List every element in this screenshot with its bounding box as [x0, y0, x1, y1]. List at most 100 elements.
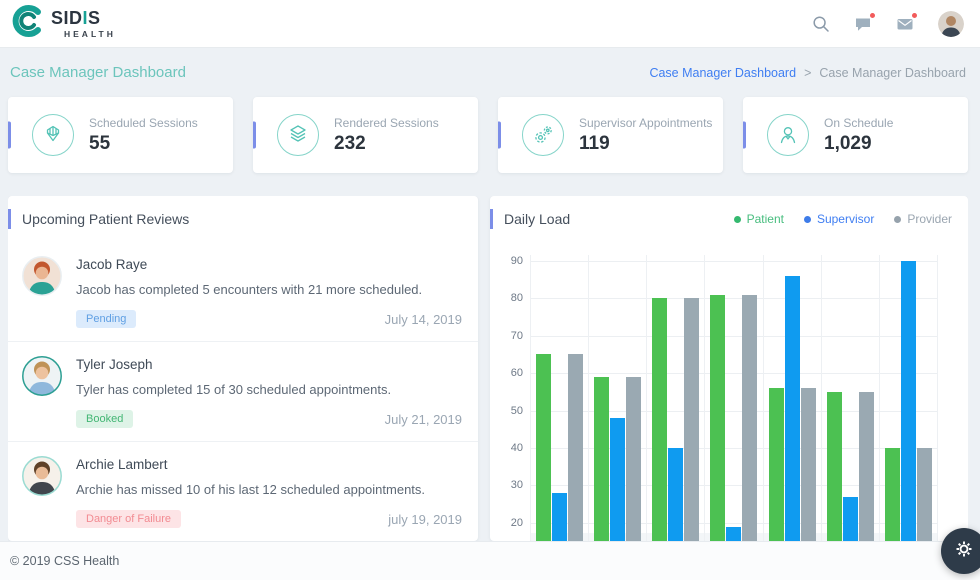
- bar-group: [705, 255, 763, 541]
- breadcrumb-current: Case Manager Dashboard: [819, 66, 966, 80]
- status-badge: Pending: [76, 310, 136, 328]
- chart-bar-provider: [917, 448, 932, 541]
- settings-fab[interactable]: [941, 528, 980, 574]
- chart-bar-supervisor: [901, 261, 916, 541]
- stat-label: Rendered Sessions: [334, 116, 439, 130]
- daily-load-panel: Daily Load Patient Supervisor Provider 20 3…: [490, 196, 968, 541]
- chart-bar-provider: [859, 392, 874, 541]
- stat-value: 55: [89, 133, 198, 155]
- stat-value: 1,029: [824, 133, 893, 155]
- status-badge: Danger of Failure: [76, 510, 181, 528]
- logo-icon: [10, 3, 46, 44]
- search-icon[interactable]: [812, 15, 830, 33]
- review-date: July 14, 2019: [385, 312, 462, 327]
- chart-bar-supervisor: [552, 493, 567, 541]
- daily-load-chart: 2030405060708090: [490, 242, 968, 541]
- chart-bar-patient: [536, 354, 551, 541]
- copyright-text: © 2019 CSS Health: [10, 554, 119, 568]
- app-logo: SIDIS HEALTH: [10, 3, 116, 44]
- chart-bar-patient: [827, 392, 842, 541]
- chart-bar-supervisor: [610, 418, 625, 541]
- patient-avatar: [22, 356, 62, 396]
- app-header: SIDIS HEALTH: [0, 0, 980, 48]
- review-list: Jacob Raye Jacob has completed 5 encounte…: [8, 242, 478, 541]
- messages-icon[interactable]: [854, 15, 872, 33]
- bar-group: [880, 255, 938, 541]
- chart-legend: Patient Supervisor Provider: [734, 212, 952, 226]
- chart-bar-patient: [885, 448, 900, 541]
- brand-subtitle: HEALTH: [64, 29, 116, 39]
- review-item[interactable]: Tyler Joseph Tyler has completed 15 of 30…: [8, 342, 478, 442]
- chart-bar-supervisor: [843, 497, 858, 541]
- upcoming-reviews-panel: Upcoming Patient Reviews Jacob RayeJacob…: [8, 196, 478, 541]
- chart-bar-supervisor: [668, 448, 683, 541]
- messages-notification-dot: [869, 12, 876, 19]
- bar-group: [647, 255, 705, 541]
- breadcrumb-row: Case Manager Dashboard Case Manager Dash…: [0, 48, 980, 97]
- y-axis-label: 60: [511, 367, 523, 379]
- stat-card: Rendered Sessions 232: [253, 97, 478, 173]
- review-description: Jacob has completed 5 encounters with 21…: [76, 282, 462, 297]
- daily-load-title: Daily Load: [504, 211, 570, 227]
- stat-label: Scheduled Sessions: [89, 116, 198, 130]
- user-avatar[interactable]: [938, 11, 964, 37]
- gears-icon: [522, 114, 564, 156]
- chart-bar-provider: [626, 377, 641, 541]
- legend-item-patient[interactable]: Patient: [734, 212, 784, 226]
- y-axis-label: 70: [511, 330, 523, 342]
- chart-bar-provider: [801, 388, 816, 541]
- legend-item-supervisor[interactable]: Supervisor: [804, 212, 874, 226]
- chart-bar-patient: [652, 298, 667, 541]
- y-axis-label: 50: [511, 405, 523, 417]
- mail-notification-dot: [911, 12, 918, 19]
- bar-groups: [531, 255, 938, 541]
- legend-dot: [804, 216, 811, 223]
- review-description: Archie has missed 10 of his last 12 sche…: [76, 482, 462, 497]
- stat-label: On Schedule: [824, 116, 893, 130]
- stat-accent-bar: [743, 122, 746, 149]
- chart-bar-provider: [568, 354, 583, 541]
- stat-value: 232: [334, 133, 439, 155]
- patient-name: Jacob Raye: [76, 257, 462, 272]
- layers-icon: [277, 114, 319, 156]
- mail-icon[interactable]: [896, 15, 914, 33]
- panel-accent-bar: [490, 209, 493, 229]
- y-axis-label: 90: [511, 255, 523, 267]
- breadcrumb-link[interactable]: Case Manager Dashboard: [649, 66, 796, 80]
- header-actions: [812, 11, 964, 37]
- patient-avatar: [22, 456, 62, 496]
- patient-avatar: [22, 256, 62, 296]
- legend-label: Supervisor: [817, 212, 874, 226]
- review-item[interactable]: Archie LambertArchie has missed 10 of hi…: [8, 442, 478, 541]
- bar-group: [531, 255, 589, 541]
- legend-label: Patient: [747, 212, 784, 226]
- y-axis-label: 80: [511, 292, 523, 304]
- y-axis-label: 20: [511, 517, 523, 529]
- page-title: Case Manager Dashboard: [10, 64, 186, 81]
- chart-bar-patient: [594, 377, 609, 541]
- review-date: July 21, 2019: [385, 412, 462, 427]
- y-axis-labels: 2030405060708090: [504, 255, 530, 541]
- bar-group: [764, 255, 822, 541]
- legend-label: Provider: [907, 212, 952, 226]
- stat-accent-bar: [498, 122, 501, 149]
- stat-accent-bar: [253, 122, 256, 149]
- stat-card: On Schedule 1,029: [743, 97, 968, 173]
- hands-icon: [32, 114, 74, 156]
- review-item[interactable]: Jacob Raye Jacob has completed 5 encounte…: [8, 242, 478, 342]
- stat-value: 119: [579, 133, 712, 155]
- panel-accent-bar: [8, 209, 11, 229]
- chart-bar-provider: [684, 298, 699, 541]
- breadcrumb-separator: >: [804, 66, 811, 80]
- chart-bar-patient: [710, 295, 725, 541]
- stat-accent-bar: [8, 122, 11, 149]
- review-description: Tyler has completed 15 of 30 scheduled a…: [76, 382, 462, 397]
- legend-item-provider[interactable]: Provider: [894, 212, 952, 226]
- legend-dot: [894, 216, 901, 223]
- y-axis-label: 30: [511, 479, 523, 491]
- chart-bar-provider: [742, 295, 757, 541]
- reviews-title: Upcoming Patient Reviews: [22, 211, 189, 227]
- patient-name: Tyler Joseph: [76, 357, 462, 372]
- daily-load-header: Daily Load Patient Supervisor Provider: [490, 196, 968, 242]
- review-date: july 19, 2019: [388, 512, 462, 527]
